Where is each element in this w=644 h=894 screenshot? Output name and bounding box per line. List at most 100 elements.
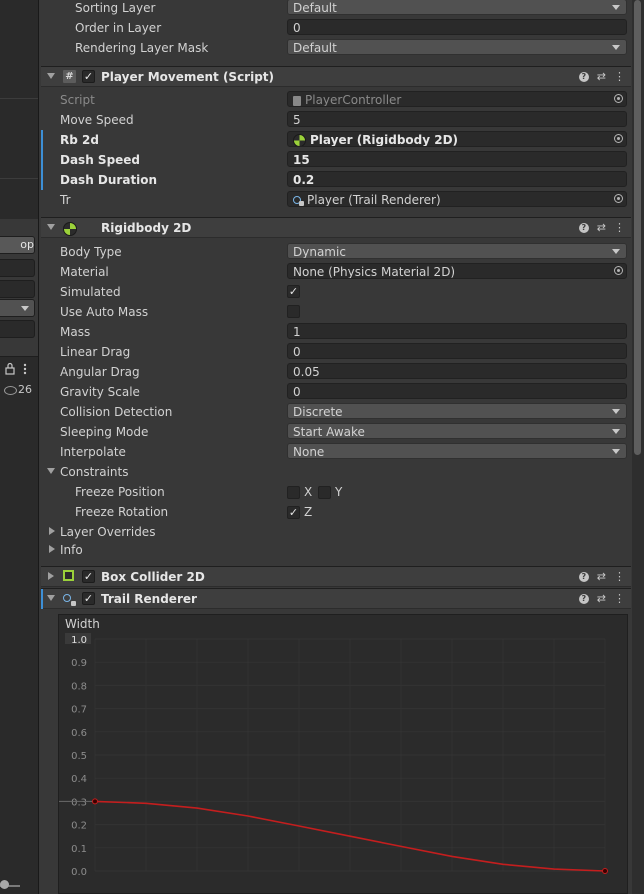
script-value: PlayerController [305,93,402,107]
freeze-rotation-z[interactable]: Z [287,505,312,519]
inspector: Sorting Layer Default Order in Layer 0 R… [41,0,631,894]
more-icon[interactable] [23,363,27,367]
visibility-count-value: 26 [18,383,32,396]
y-tick-label: 0.4 [71,774,87,785]
foldout-arrow-icon[interactable] [49,545,55,553]
rigidbody-header[interactable]: Rigidbody 2D ? ⇄ ⋮ [41,217,631,238]
layer-overrides-label: Layer Overrides [60,525,156,539]
interpolate-dropdown[interactable]: None [287,443,627,459]
help-icon[interactable]: ? [578,223,589,233]
left-panel-field[interactable] [0,259,35,277]
mass-input[interactable]: 1 [287,323,627,339]
dash-duration-input[interactable]: 0.2 [287,171,627,187]
box-collider-header[interactable]: Box Collider 2D ? ⇄ ⋮ [41,566,631,587]
tr-object-field[interactable]: Player (Trail Renderer) [287,191,627,207]
scrollbar-thumb[interactable] [634,0,641,455]
curve-keyframe[interactable] [602,868,608,874]
player-movement-title: Player Movement (Script) [101,70,275,84]
trail-renderer-icon [293,195,304,206]
material-label: Material [60,265,109,279]
box-collider-enabled-checkbox[interactable] [82,570,95,583]
curve-keyframe[interactable] [92,798,98,805]
constraints-foldout[interactable]: Constraints [41,462,631,482]
slider-thumb[interactable] [0,880,9,889]
presets-icon[interactable]: ⇄ [597,220,606,236]
left-panel-button[interactable]: op [0,236,35,254]
freeze-position-y-label: Y [335,485,343,499]
sleeping-mode-dropdown[interactable]: Start Awake [287,423,627,439]
linear-drag-input[interactable]: 0 [287,343,627,359]
chevron-down-icon [612,449,620,454]
help-icon[interactable]: ? [578,572,589,582]
y-tick-label: 1.0 [71,635,87,646]
tr-row: Tr Player (Trail Renderer) [41,190,631,210]
freeze-rotation-z-checkbox[interactable] [287,506,300,519]
use-auto-mass-checkbox[interactable] [287,305,300,318]
override-marker [41,130,43,150]
object-picker-icon[interactable] [614,266,623,275]
collision-detection-dropdown[interactable]: Discrete [287,403,627,419]
freeze-position-x-checkbox[interactable] [287,486,300,499]
gravity-scale-input[interactable]: 0 [287,383,627,399]
left-panel-field[interactable] [0,280,35,298]
more-icon[interactable]: ⋮ [614,591,625,607]
rendering-layer-mask-row: Rendering Layer Mask Default [41,38,631,58]
help-icon[interactable]: ? [578,72,589,82]
left-panel-dropdown[interactable] [0,299,35,317]
simulated-checkbox[interactable] [287,285,300,298]
override-marker [41,150,43,170]
angular-drag-label: Angular Drag [60,365,140,379]
material-row: Material None (Physics Material 2D) [41,262,631,282]
rb-2d-object-field[interactable]: Player (Rigidbody 2D) [287,131,627,147]
dash-speed-input[interactable]: 15 [287,151,627,167]
freeze-position-x[interactable]: X [287,485,312,499]
more-icon[interactable]: ⋮ [614,220,625,236]
foldout-arrow-icon[interactable] [49,527,55,535]
y-tick-label: 0.5 [71,751,87,762]
player-movement-header[interactable]: # Player Movement (Script) ? ⇄ ⋮ [41,66,631,87]
override-marker [41,170,43,190]
left-panel-field[interactable] [0,320,35,338]
more-icon[interactable]: ⋮ [614,69,625,85]
object-picker-icon[interactable] [614,134,623,143]
divider [0,98,38,99]
presets-icon[interactable]: ⇄ [597,69,606,85]
foldout-arrow-icon[interactable] [47,468,55,474]
trail-renderer-enabled-checkbox[interactable] [82,592,95,605]
inspector-scrollbar[interactable] [632,0,644,894]
order-in-layer-input[interactable]: 0 [287,19,627,35]
angular-drag-value: 0.05 [293,365,320,379]
lock-icon[interactable] [5,367,15,375]
material-object-field[interactable]: None (Physics Material 2D) [287,263,627,279]
width-curve-editor[interactable]: Width 1.00.90.80.70.60.50.40.30.20.10.01… [58,614,628,894]
visibility-count[interactable]: 26 [4,383,32,396]
gravity-scale-label: Gravity Scale [60,385,140,399]
component-tools: ? ⇄ ⋮ [571,591,625,607]
foldout-arrow-icon[interactable] [47,224,55,230]
freeze-position-label: Freeze Position [75,485,165,499]
player-movement-enabled-checkbox[interactable] [82,70,95,83]
sorting-layer-dropdown[interactable]: Default [287,0,627,15]
body-type-dropdown[interactable]: Dynamic [287,243,627,259]
foldout-arrow-icon[interactable] [47,595,55,601]
presets-icon[interactable]: ⇄ [597,569,606,585]
freeze-position-y[interactable]: Y [318,485,342,499]
more-icon[interactable]: ⋮ [614,569,625,585]
presets-icon[interactable]: ⇄ [597,591,606,607]
y-tick-label: 0.0 [71,867,87,878]
move-speed-label: Move Speed [60,113,134,127]
freeze-position-y-checkbox[interactable] [318,486,331,499]
foldout-arrow-icon[interactable] [48,572,54,580]
chevron-down-icon [612,249,620,254]
rendering-layer-mask-dropdown[interactable]: Default [287,39,627,55]
move-speed-input[interactable]: 5 [287,111,627,127]
info-foldout[interactable]: Info [41,540,631,560]
foldout-arrow-icon[interactable] [47,73,55,79]
object-picker-icon[interactable] [614,194,623,203]
layer-overrides-foldout[interactable]: Layer Overrides [41,522,631,542]
zoom-slider[interactable] [0,877,38,894]
trail-renderer-header[interactable]: Trail Renderer ? ⇄ ⋮ [41,588,631,609]
angular-drag-input[interactable]: 0.05 [287,363,627,379]
width-curve-chart[interactable]: 1.00.90.80.70.60.50.40.30.20.10.01.0 [59,615,627,893]
help-icon[interactable]: ? [578,594,589,604]
